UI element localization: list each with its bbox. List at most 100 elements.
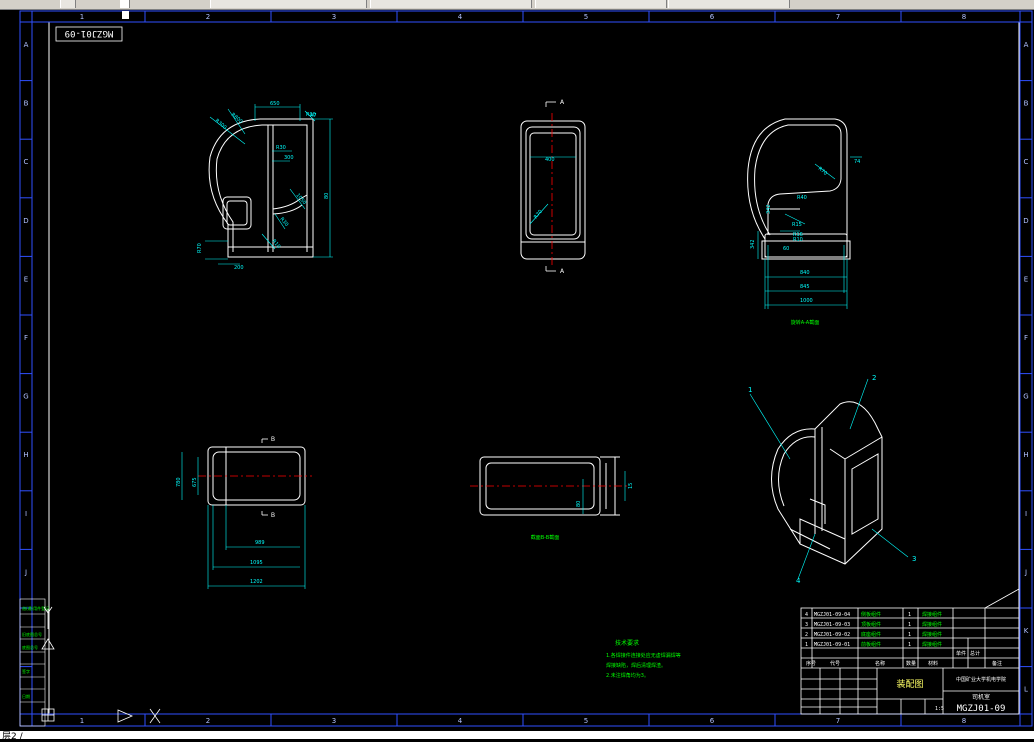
row-label-right: B xyxy=(1024,100,1029,108)
dimension-label: R70 xyxy=(197,243,203,253)
dimension-label: R70 xyxy=(817,166,828,177)
dimension-label: 1050 xyxy=(294,192,307,206)
isometric-view xyxy=(771,401,883,565)
column-label-bottom: 6 xyxy=(710,717,715,725)
lineweight-dropdown[interactable] xyxy=(668,0,790,8)
dimension-label: R30 xyxy=(278,216,289,227)
balloon-3: 3 xyxy=(912,555,916,563)
dimension-label: R10 xyxy=(793,237,803,243)
part-qty: 1 xyxy=(908,642,911,648)
row-label-right: F xyxy=(1024,334,1028,342)
balloon-1: 1 xyxy=(748,386,752,394)
side-view xyxy=(520,120,586,260)
column-label-bottom: 7 xyxy=(836,717,840,725)
part-material: 焊接组件 xyxy=(922,641,942,648)
part-code: MGZJ01-09-04 xyxy=(814,612,850,618)
part-no: 4 xyxy=(805,612,808,618)
column-label-top: 1 xyxy=(80,13,84,21)
column-label-top: 8 xyxy=(962,13,966,21)
part-code: MGZJ01-09-02 xyxy=(814,632,850,638)
color-dropdown[interactable] xyxy=(370,0,532,8)
part-material: 焊接组件 xyxy=(922,621,942,628)
row-label-right: I xyxy=(1025,510,1027,518)
company-name: 中国矿业大学机电学院 xyxy=(956,676,1006,683)
column-label-top: 2 xyxy=(206,13,210,21)
row-label-right: D xyxy=(1023,217,1028,225)
part-material: 焊接组件 xyxy=(922,631,942,638)
left-strip-label: 签字 xyxy=(22,668,30,674)
dimension-label: 342 xyxy=(766,204,772,214)
dimension-label: R10 xyxy=(270,238,281,249)
cad-drawing-canvas[interactable]: 1 2 3 4 5 6 7 8 1 2 3 4 5 6 7 8 A B C D E F G H I J A B C D E F G H I J K… xyxy=(0,9,1034,731)
notes-line-2: 焊接缺陷，焊后清理焊渣。 xyxy=(606,662,666,669)
dimension-label: 400 xyxy=(545,157,555,163)
left-strip-label: 旧底图总号 xyxy=(22,631,42,637)
dimension-label: 300 xyxy=(284,155,294,161)
part-no: 3 xyxy=(805,622,808,628)
part-name: 底座组件 xyxy=(861,631,881,638)
toolbar-button[interactable] xyxy=(60,0,76,8)
front-view xyxy=(208,118,314,258)
row-label-right: H xyxy=(1023,451,1028,459)
part-name: 顶板组件 xyxy=(861,621,881,628)
dimension-label: A7 xyxy=(310,113,317,119)
section-marker-b-top: B xyxy=(271,437,275,443)
viewport-tab[interactable] xyxy=(122,11,129,19)
header-no: 序号 xyxy=(806,660,816,667)
row-label-left: D xyxy=(23,217,28,225)
row-label-left: H xyxy=(23,451,28,459)
inner-frame xyxy=(48,21,1020,715)
product-name: 司机室 xyxy=(972,693,990,701)
part-code: MGZJ01-09-01 xyxy=(814,642,850,648)
column-label-bottom: 4 xyxy=(458,717,463,725)
part-qty: 1 xyxy=(908,632,911,638)
part-code: MGZJ01-09-03 xyxy=(814,622,850,628)
header-unit: 单件 xyxy=(956,650,966,657)
header-code: 代号 xyxy=(830,660,840,667)
notes-line-3: 2.未注焊角均为3。 xyxy=(606,672,649,679)
header-qty: 数量 xyxy=(906,660,916,667)
dimension-label: 675 xyxy=(192,477,198,487)
linetype-dropdown[interactable] xyxy=(535,0,667,8)
section-aa-dimensions xyxy=(757,156,862,309)
layer-dropdown[interactable] xyxy=(210,0,367,8)
notes-title: 技术要求 xyxy=(615,639,639,647)
row-label-left: F xyxy=(24,334,28,342)
dimension-label: 60 xyxy=(783,246,789,252)
row-label-left: A xyxy=(24,41,29,49)
part-no: 2 xyxy=(805,632,808,638)
column-label-bottom: 8 xyxy=(962,717,966,725)
balloon-2: 2 xyxy=(872,374,876,382)
dimension-label: R800 xyxy=(230,112,244,125)
row-label-left: E xyxy=(24,275,28,283)
row-label-right: L xyxy=(1024,686,1028,694)
part-no: 1 xyxy=(805,642,808,648)
section-aa-label: 旋转A-A截面 xyxy=(791,319,819,326)
dimension-label: R40 xyxy=(797,195,807,201)
header-name: 名称 xyxy=(875,660,885,667)
row-label-right: C xyxy=(1024,158,1029,166)
part-qty: 1 xyxy=(908,622,911,628)
dimension-label: 840 xyxy=(800,270,810,276)
part-material: 焊接组件 xyxy=(922,611,942,618)
section-marker-b-bottom: B xyxy=(271,513,275,519)
dimension-label: 650 xyxy=(270,101,280,107)
column-label-top: 6 xyxy=(710,13,715,21)
part-name: 侧板组件 xyxy=(861,611,881,618)
dimension-label: 989 xyxy=(255,540,265,546)
notes-line-1: 1.各焊接件连接处应无虚焊漏焊等 xyxy=(606,652,681,659)
row-label-left: J xyxy=(24,568,27,576)
dimension-label: 74 xyxy=(854,159,860,165)
header-total: 总计 xyxy=(970,650,980,657)
section-marker-a-bottom: A xyxy=(560,268,565,275)
column-label-bottom: 2 xyxy=(206,717,210,725)
ucs-icon xyxy=(41,606,161,724)
toolbar-icon[interactable] xyxy=(120,0,130,8)
section-bb-label: 截面B-B截面 xyxy=(531,534,560,541)
left-strip-label: 日期 xyxy=(22,693,30,699)
row-label-right: K xyxy=(1024,627,1029,635)
technical-notes: 技术要求 1.各焊接件连接处应无虚焊漏焊等 焊接缺陷，焊后清理焊渣。 2.未注焊… xyxy=(606,639,681,679)
drawing-title: 装配图 xyxy=(896,678,923,690)
row-label-left: B xyxy=(24,100,29,108)
column-label-top: 7 xyxy=(836,13,840,21)
